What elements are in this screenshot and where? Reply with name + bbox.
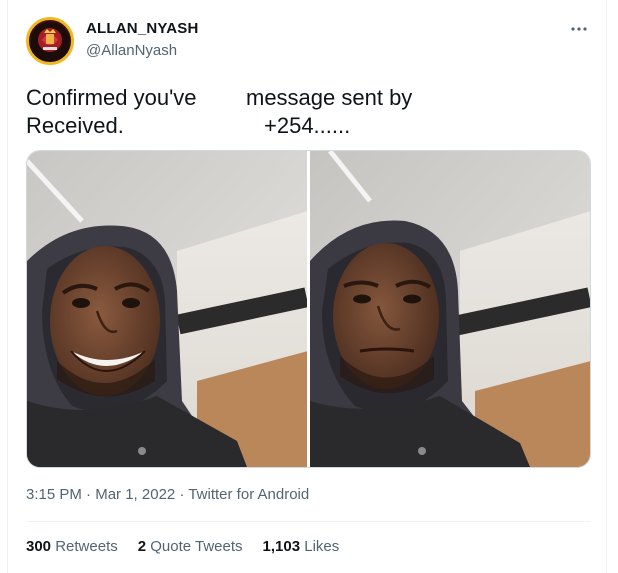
tweet-media	[26, 150, 591, 468]
likes-stat[interactable]: 1,103 Likes	[263, 538, 340, 555]
author-avatar[interactable]	[26, 17, 74, 65]
retweets-stat[interactable]: 300 Retweets	[26, 538, 118, 555]
tweet-metadata: 3:15 PM · Mar 1, 2022 · Twitter for Andr…	[26, 486, 309, 503]
photo-smiling-man-hoodie	[27, 151, 307, 467]
likes-label: Likes	[304, 538, 340, 555]
likes-count: 1,103	[262, 538, 301, 555]
quotes-label: Quote Tweets	[150, 538, 243, 555]
tweet-stats: 300 Retweets 2 Quote Tweets 1,103 Likes	[26, 538, 339, 555]
more-options-icon[interactable]	[568, 20, 590, 38]
media-photo-left[interactable]	[27, 151, 307, 467]
tweet-text-left-line2: Received.	[26, 113, 124, 138]
tweet-date[interactable]: Mar 1, 2022	[95, 486, 175, 503]
avatar-logo-icon	[31, 22, 69, 60]
tweet-text-right-line2: +254......	[264, 113, 351, 138]
meta-separator: ·	[86, 486, 92, 503]
tweet-time[interactable]: 3:15 PM	[26, 486, 82, 503]
retweets-label: Retweets	[55, 538, 118, 555]
author-display-name[interactable]: ALLAN_NYASH	[86, 20, 199, 37]
meta-separator: ·	[179, 486, 185, 503]
tweet-text-left-line1: Confirmed you've	[26, 85, 197, 110]
tweet-source[interactable]: Twitter for Android	[188, 486, 309, 503]
tweet-text-right-line1: message sent by	[246, 85, 413, 110]
retweets-count: 300	[26, 538, 52, 555]
quotes-count: 2	[137, 538, 147, 555]
quote-tweets-stat[interactable]: 2 Quote Tweets	[138, 538, 243, 555]
photo-serious-man-hoodie	[310, 151, 590, 467]
divider	[26, 521, 591, 522]
media-photo-right[interactable]	[310, 151, 590, 467]
tweet-card: ALLAN_NYASH @AllanNyash Confirmed you've…	[7, 0, 607, 573]
author-handle[interactable]: @AllanNyash	[86, 42, 177, 59]
